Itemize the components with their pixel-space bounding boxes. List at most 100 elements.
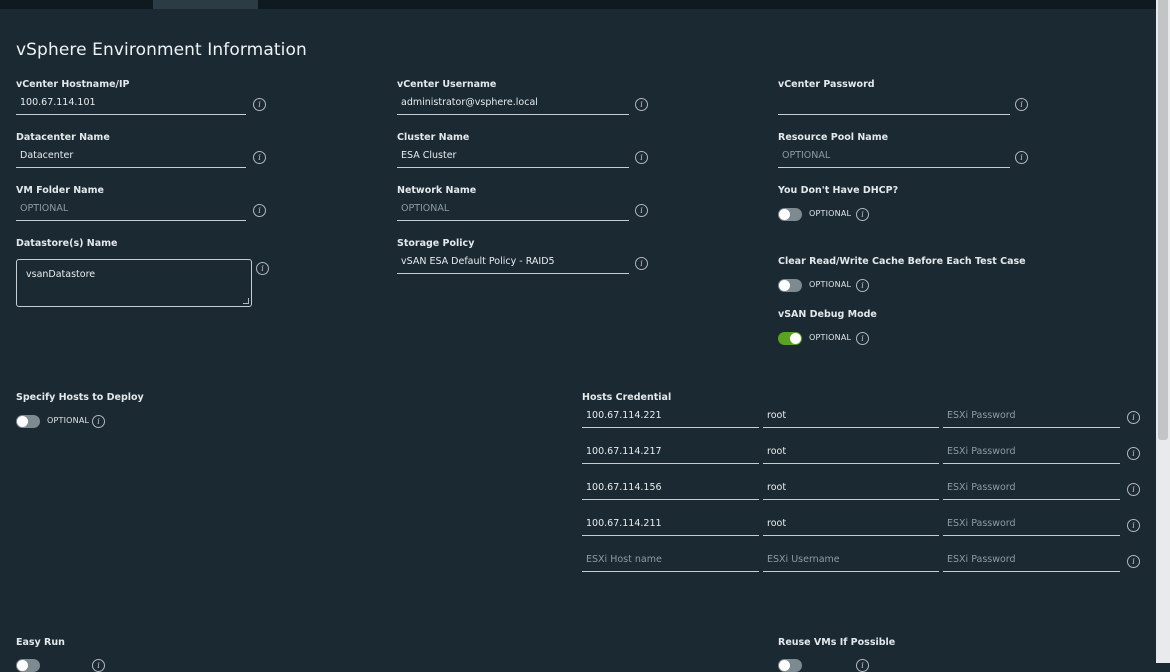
info-icon[interactable]: i — [1015, 98, 1028, 111]
specify-hosts-toggle[interactable] — [16, 415, 40, 428]
info-icon[interactable]: i — [253, 98, 266, 111]
reuse-vms-label: Reuse VMs If Possible — [778, 637, 896, 648]
resize-handle-icon[interactable] — [243, 298, 249, 304]
storage-policy-label: Storage Policy — [397, 238, 475, 249]
new-host-username-input[interactable]: ESXi Username — [763, 551, 939, 572]
vcenter-username-input[interactable]: administrator@vsphere.local — [397, 94, 629, 115]
host-username-input[interactable]: root — [763, 443, 939, 464]
host-name-value: 100.67.114.211 — [586, 518, 662, 529]
vcenter-hostname-input[interactable]: 100.67.114.101 — [16, 94, 246, 115]
vm-folder-label: VM Folder Name — [16, 185, 104, 196]
info-icon[interactable]: i — [1127, 483, 1140, 496]
vcenter-username-label: vCenter Username — [397, 79, 497, 90]
vm-folder-placeholder: OPTIONAL — [20, 203, 69, 214]
datacenter-name-input[interactable]: Datacenter — [16, 147, 246, 168]
datastore-label: Datastore(s) Name — [16, 238, 118, 249]
info-icon[interactable]: i — [253, 204, 266, 217]
vcenter-hostname-label: vCenter Hostname/IP — [16, 79, 130, 90]
host-password-input[interactable]: ESXi Password — [943, 407, 1120, 428]
info-icon[interactable]: i — [635, 151, 648, 164]
resource-pool-label: Resource Pool Name — [778, 132, 889, 143]
clear-cache-toggle[interactable] — [778, 279, 802, 292]
host-password-input[interactable]: ESXi Password — [943, 443, 1120, 464]
info-icon[interactable]: i — [256, 262, 269, 275]
info-icon[interactable]: i — [1127, 555, 1140, 568]
clear-cache-label: Clear Read/Write Cache Before Each Test … — [778, 256, 1026, 267]
host-name-value: 100.67.114.217 — [586, 446, 662, 457]
info-icon[interactable]: i — [856, 208, 869, 221]
scrollbar-thumb[interactable] — [1158, 0, 1168, 440]
reuse-vms-toggle[interactable] — [778, 659, 802, 672]
host-password-placeholder: ESXi Password — [947, 410, 1016, 421]
network-name-input[interactable]: OPTIONAL — [397, 200, 629, 221]
info-icon[interactable]: i — [635, 98, 648, 111]
vsan-debug-label: vSAN Debug Mode — [778, 309, 877, 320]
storage-policy-select[interactable]: vSAN ESA Default Policy - RAID5 — [397, 253, 629, 274]
host-password-input[interactable]: ESXi Password — [943, 515, 1120, 536]
toggle-knob — [779, 280, 790, 291]
host-name-value: 100.67.114.156 — [586, 482, 662, 493]
host-username-input[interactable]: root — [763, 407, 939, 428]
network-name-placeholder: OPTIONAL — [401, 203, 450, 214]
info-icon[interactable]: i — [856, 332, 869, 345]
toggle-knob — [790, 333, 801, 344]
new-host-password-input[interactable]: ESXi Password — [943, 551, 1120, 572]
cluster-name-value: ESA Cluster — [401, 150, 457, 161]
info-icon[interactable]: i — [856, 279, 869, 292]
info-icon[interactable]: i — [1015, 151, 1028, 164]
info-icon[interactable]: i — [635, 257, 648, 270]
vm-folder-input[interactable]: OPTIONAL — [16, 200, 246, 221]
info-icon[interactable]: i — [635, 204, 648, 217]
specify-hosts-optional-text: OPTIONAL — [47, 416, 90, 425]
info-icon[interactable]: i — [856, 659, 869, 672]
new-host-password-placeholder: ESXi Password — [947, 554, 1016, 565]
host-username-value: root — [767, 410, 787, 421]
datacenter-name-value: Datacenter — [20, 150, 74, 161]
vcenter-password-input[interactable] — [778, 94, 1010, 115]
resource-pool-input[interactable]: OPTIONAL — [778, 147, 1010, 168]
easy-run-toggle[interactable] — [16, 659, 40, 672]
toggle-knob — [17, 416, 28, 427]
vsan-debug-toggle[interactable] — [778, 332, 802, 345]
info-icon[interactable]: i — [92, 659, 105, 672]
host-name-input[interactable]: 100.67.114.221 — [582, 407, 759, 428]
no-dhcp-optional-text: OPTIONAL — [809, 209, 852, 218]
hosts-credential-label: Hosts Credential — [582, 392, 672, 403]
host-name-input[interactable]: 100.67.114.211 — [582, 515, 759, 536]
easy-run-label: Easy Run — [16, 637, 65, 648]
info-icon[interactable]: i — [1127, 411, 1140, 424]
host-password-input[interactable]: ESXi Password — [943, 479, 1120, 500]
network-name-label: Network Name — [397, 185, 477, 196]
datastore-textarea[interactable]: vsanDatastore — [16, 259, 252, 307]
info-icon[interactable]: i — [1127, 519, 1140, 532]
new-host-name-placeholder: ESXi Host name — [586, 554, 662, 565]
new-host-username-placeholder: ESXi Username — [767, 554, 840, 565]
section-title: vSphere Environment Information — [16, 40, 307, 60]
host-password-placeholder: ESXi Password — [947, 446, 1016, 457]
specify-hosts-label: Specify Hosts to Deploy — [16, 392, 144, 403]
info-icon[interactable]: i — [1127, 447, 1140, 460]
toggle-knob — [779, 660, 790, 671]
toggle-knob — [779, 209, 790, 220]
cluster-name-input[interactable]: ESA Cluster — [397, 147, 629, 168]
clear-cache-optional-text: OPTIONAL — [809, 280, 852, 289]
host-username-value: root — [767, 446, 787, 457]
info-icon[interactable]: i — [92, 415, 105, 428]
new-host-name-input[interactable]: ESXi Host name — [582, 551, 759, 572]
cluster-name-label: Cluster Name — [397, 132, 470, 143]
host-name-input[interactable]: 100.67.114.217 — [582, 443, 759, 464]
storage-policy-value: vSAN ESA Default Policy - RAID5 — [401, 256, 555, 267]
no-dhcp-label: You Don't Have DHCP? — [778, 185, 899, 196]
no-dhcp-toggle[interactable] — [778, 208, 802, 221]
host-name-input[interactable]: 100.67.114.156 — [582, 479, 759, 500]
vsan-debug-optional-text: OPTIONAL — [809, 333, 852, 342]
host-username-input[interactable]: root — [763, 479, 939, 500]
vcenter-hostname-value: 100.67.114.101 — [20, 97, 96, 108]
info-icon[interactable]: i — [253, 151, 266, 164]
host-username-value: root — [767, 518, 787, 529]
host-username-input[interactable]: root — [763, 515, 939, 536]
vcenter-password-label: vCenter Password — [778, 79, 875, 90]
toggle-knob — [17, 660, 28, 671]
active-nav-tab[interactable] — [153, 0, 258, 9]
datacenter-name-label: Datacenter Name — [16, 132, 110, 143]
